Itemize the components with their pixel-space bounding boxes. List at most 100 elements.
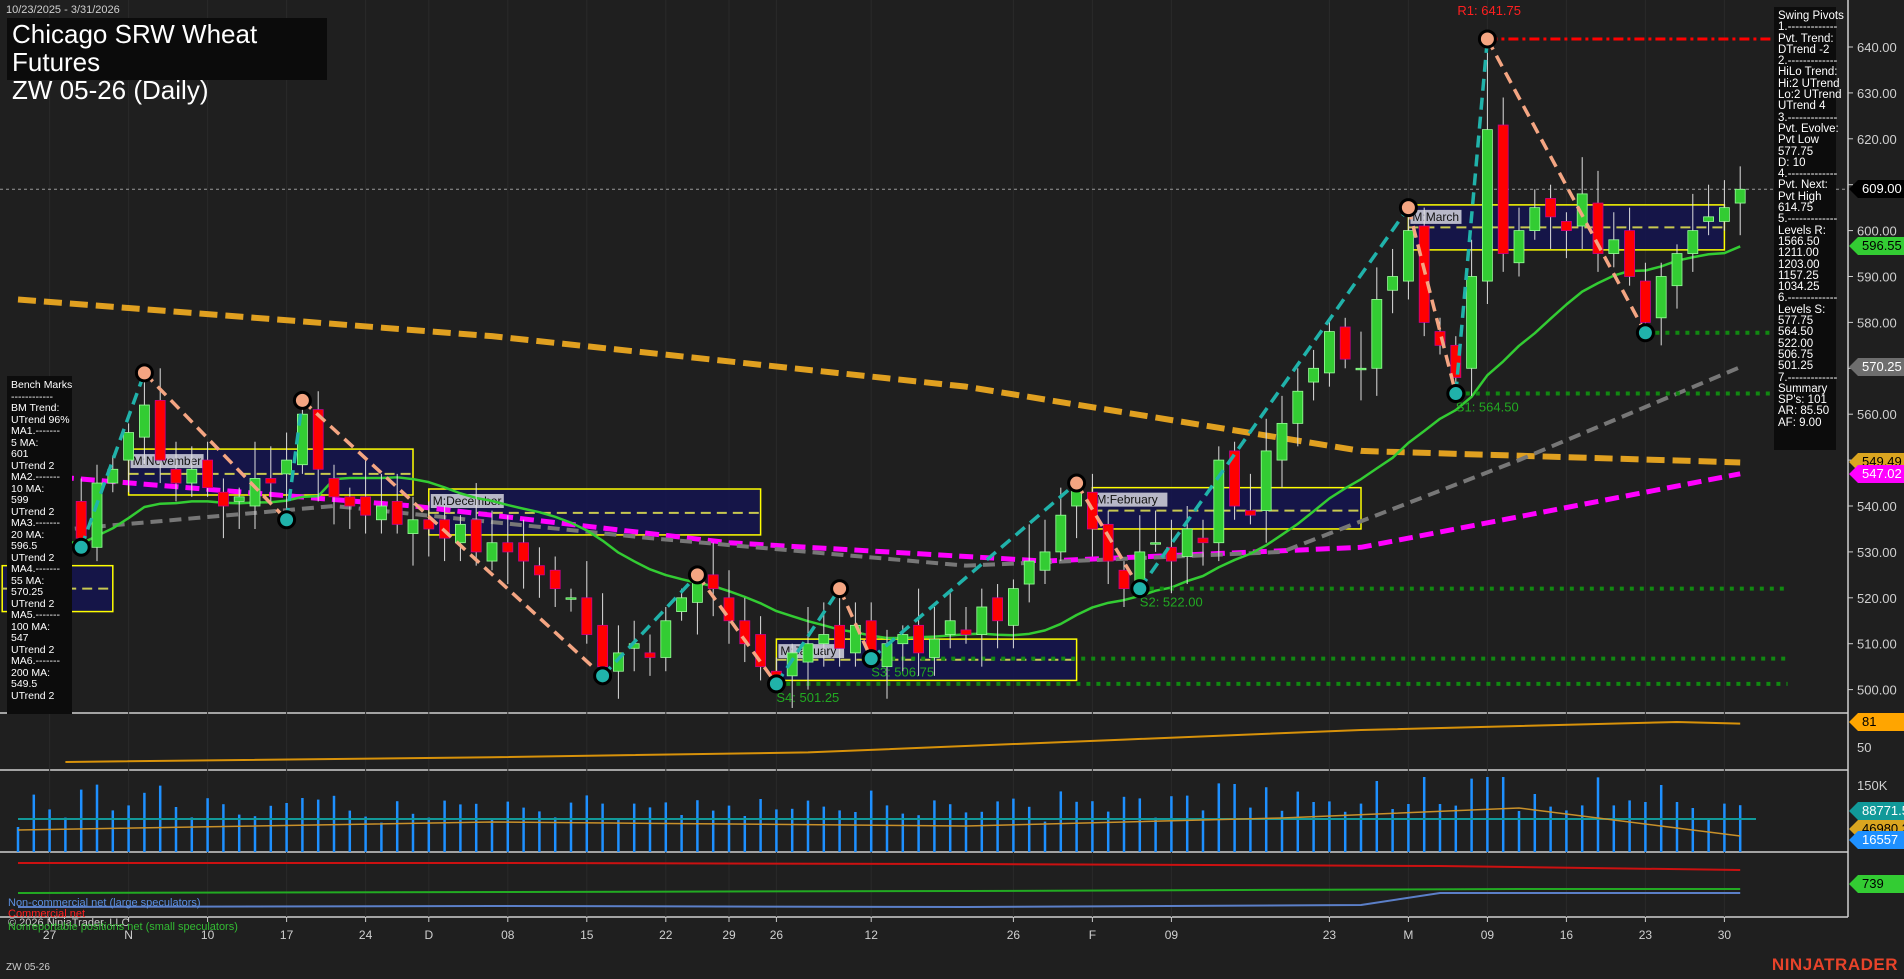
candle-body [803, 644, 813, 662]
panel-line: 599 [11, 495, 68, 507]
monthly-box-label: M:March [1412, 210, 1459, 224]
swing-down-line [144, 373, 286, 520]
candle-body [724, 598, 734, 621]
candle-body [171, 469, 181, 483]
candle-body [1688, 231, 1698, 254]
x-tick-label: F [1089, 928, 1096, 942]
y-tick-label: 620.00 [1857, 132, 1897, 147]
candle-body [977, 607, 987, 635]
y-tick-label: 530.00 [1857, 545, 1897, 560]
symbol-label: ZW 05-26 [6, 962, 50, 973]
swing-pivot-marker [832, 581, 848, 597]
candle-body [1482, 130, 1492, 281]
ninjatrader-logo: NINJATRADER [1772, 955, 1898, 975]
date-range: 10/23/2025 - 3/31/2026 [6, 4, 120, 16]
panel-line: BM Trend: [11, 403, 68, 415]
candle-body [1024, 561, 1034, 584]
x-tick-label: 30 [1718, 928, 1732, 942]
oscillator-line [65, 722, 1740, 762]
swing-up-line [1140, 208, 1409, 589]
candle-body [124, 433, 134, 461]
swing-up-line [871, 483, 1076, 659]
candle-body [361, 497, 371, 515]
swing-pivot-marker [1448, 386, 1464, 402]
candle-body [1356, 368, 1366, 370]
candle-body [1467, 277, 1477, 369]
candle-body [1704, 217, 1714, 222]
panel-line: 1211.00 [1778, 248, 1832, 259]
price-tag: 609.00 [1858, 180, 1904, 198]
swing-down-line [302, 400, 602, 675]
candle-body [582, 598, 592, 635]
y-tick-label: 600.00 [1857, 224, 1897, 239]
candle-body [234, 497, 244, 502]
candle-body [1309, 368, 1319, 382]
panel-line: 601 [11, 449, 68, 461]
volume-tick-label: 150K [1857, 778, 1888, 793]
swing-pivot-marker [294, 392, 310, 408]
panel-line: 549.5 [11, 679, 68, 691]
panel-line: MA5.------- [11, 610, 68, 622]
candle-body [708, 575, 718, 589]
candle-body [455, 524, 465, 542]
y-tick-label: 520.00 [1857, 591, 1897, 606]
panel-line: MA6.------- [11, 656, 68, 668]
y-tick-label: 590.00 [1857, 270, 1897, 285]
x-tick-label: 16 [1560, 928, 1574, 942]
candle-body [929, 639, 939, 657]
panel-line: 547 [11, 633, 68, 645]
candle-body [187, 469, 197, 483]
candle-body [139, 405, 149, 437]
ma-20-line [18, 246, 1740, 638]
candle-body [503, 543, 513, 552]
price-chart[interactable]: 500.00510.00520.00530.00540.00550.00560.… [0, 0, 1904, 979]
swing-pivot-marker [595, 668, 611, 684]
candle-body [1609, 240, 1619, 254]
panel-line: 570.25 [11, 587, 68, 599]
support-label: S2: 522.00 [1140, 595, 1203, 610]
panel-line: 1.------------- [1778, 22, 1832, 33]
candle-body [534, 566, 544, 575]
y-tick-label: 540.00 [1857, 499, 1897, 514]
x-tick-label: 12 [865, 928, 879, 942]
candle-body [645, 653, 655, 658]
x-tick-label: 15 [580, 928, 594, 942]
panel-line: MA2.------- [11, 472, 68, 484]
indicator-value-tag: 81 [1858, 713, 1904, 731]
swing-pivots-panel: Swing Pivots1.-------------Pvt. Trend:DT… [1774, 7, 1836, 450]
candle-body [677, 598, 687, 612]
candle-body [519, 543, 529, 561]
panel-line: AR: 85.50 [1778, 406, 1832, 417]
candle-body [1530, 208, 1540, 231]
swing-pivot-marker [279, 512, 295, 528]
candle-body [961, 630, 971, 635]
x-tick-label: D [424, 928, 433, 942]
swing-pivot-marker [136, 365, 152, 381]
panel-line: MA1.------- [11, 426, 68, 438]
price-tag: 570.25 [1858, 358, 1904, 376]
candle-body [1040, 552, 1050, 570]
candle-body [471, 520, 481, 552]
candle-body [392, 501, 402, 524]
indicator-value-tag: 739 [1858, 875, 1904, 893]
instrument-title: Chicago SRW Wheat Futures [12, 20, 322, 76]
candle-body [1056, 515, 1066, 552]
candle-body [1403, 231, 1413, 281]
x-tick-label: 17 [280, 928, 294, 942]
candle-body [329, 478, 339, 496]
y-tick-label: 510.00 [1857, 637, 1897, 652]
candle-body [819, 635, 829, 644]
swing-pivot-marker [1400, 200, 1416, 216]
candle-body [566, 598, 576, 600]
candle-body [945, 621, 955, 635]
panel-line: 5.------------- [1778, 214, 1832, 225]
contract-title: ZW 05-26 (Daily) [12, 76, 322, 104]
candle-body [1324, 332, 1334, 373]
panel-line: UTrend 4 [1778, 101, 1832, 112]
candle-body [282, 460, 292, 474]
candle-body [1340, 327, 1350, 359]
price-tag: 547.02 [1858, 465, 1904, 483]
swing-pivot-marker [689, 567, 705, 583]
candle-body [550, 570, 560, 588]
noncommercial-net-line [18, 893, 1740, 907]
